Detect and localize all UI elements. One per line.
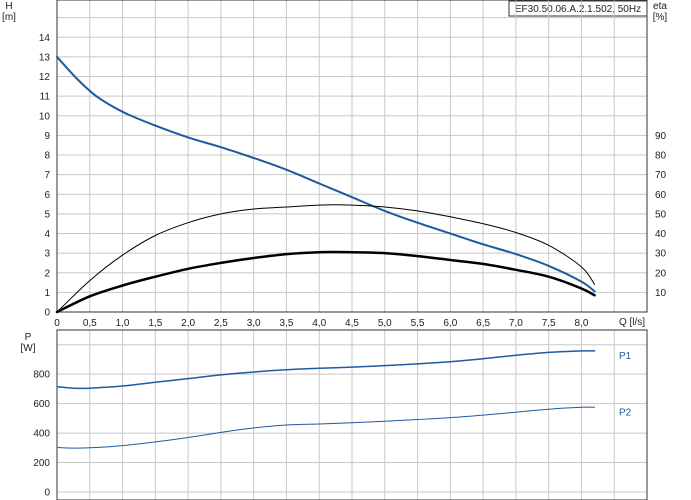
y-tick-label: 6 <box>44 190 50 201</box>
x-tick-label: 5,0 <box>378 318 392 329</box>
y2-tick-label: 20 <box>655 268 667 279</box>
y-tick-label: 8 <box>44 151 50 162</box>
total-efficiency-curve <box>55 250 596 314</box>
x-tick-label: 3,0 <box>247 318 261 329</box>
y-tick-label: 11 <box>40 92 51 103</box>
y-tick-label: 12 <box>39 72 51 83</box>
x-tick-label: 3,5 <box>279 318 293 329</box>
p1-curve <box>56 350 596 390</box>
x-tick-label: 2,5 <box>214 318 228 329</box>
x-tick-label: 0 <box>54 318 60 329</box>
series-label-p1: P1 <box>619 351 632 362</box>
y2-tick-label: 10 <box>655 288 667 299</box>
y2-tick-label: 50 <box>655 209 667 220</box>
y-tick-label: 5 <box>44 209 50 220</box>
x-tick-label: 4,5 <box>345 318 359 329</box>
y-axis-label-p: P <box>25 332 32 343</box>
p2-curve <box>56 406 596 449</box>
x-tick-label: 8,0 <box>574 318 588 329</box>
y2-axis-label-eta: eta <box>653 1 667 12</box>
y2-tick-label: 90 <box>655 131 667 142</box>
pump-performance-chart: EF30.50.06.A.2.1.502, 50Hz H [m] eta [%]… <box>2 0 667 500</box>
x-tick-label: 7,0 <box>509 318 523 329</box>
p-tick-label: 400 <box>33 429 50 440</box>
x-tick-labels: 0 0,5 1,0 1,5 2,0 2,5 3,0 3,5 4,0 4,5 5,0 5,5 6,0 6,5… <box>54 318 589 329</box>
chart-title: EF30.50.06.A.2.1.502, 50Hz <box>515 4 641 15</box>
efficiency-curve <box>56 204 596 313</box>
y-axis-label-h: H <box>5 1 12 12</box>
x-tick-label: 6,0 <box>443 318 457 329</box>
x-tick-label: 5,5 <box>411 318 425 329</box>
p-tick-label: 0 <box>44 488 50 499</box>
y2-tick-label: 80 <box>655 151 667 162</box>
x-tick-label: 1,0 <box>116 318 130 329</box>
y-tick-label: 2 <box>44 268 50 279</box>
x-tick-label: 1,5 <box>148 318 162 329</box>
x-tick-label: 7,5 <box>542 318 556 329</box>
p-tick-label: 800 <box>33 370 50 381</box>
title-box: EF30.50.06.A.2.1.502, 50Hz <box>508 0 648 17</box>
y2-axis-unit-eta: [%] <box>653 12 668 23</box>
x-axis-label-q: Q [l/s] <box>619 317 645 328</box>
y2-tick-label: 30 <box>655 249 667 260</box>
y2-tick-label: 70 <box>655 170 667 181</box>
y-tick-labels: 01234567891011121314 <box>39 33 51 319</box>
x-tick-label: 2,0 <box>181 318 195 329</box>
y2-tick-label: 40 <box>655 229 667 240</box>
y2-tick-labels: 10 20 30 40 50 60 70 80 90 <box>655 131 667 299</box>
y-tick-label: 7 <box>44 170 50 181</box>
y-tick-label: 3 <box>44 249 50 260</box>
head-panel: H [m] eta [%] Q [l/s] 0 0,5 1,0 1,5 2,0 2,5 3,… <box>2 0 667 329</box>
y-axis-unit-h: [m] <box>2 12 16 23</box>
p-tick-label: 200 <box>33 458 50 469</box>
y-axis-unit-p: [W] <box>21 343 36 354</box>
x-tick-label: 6,5 <box>476 318 490 329</box>
head-efficiency-series <box>55 55 596 314</box>
y-tick-label: 1 <box>44 288 50 299</box>
power-panel: P [W] 0 200 400 600 800 P1 P2 <box>21 329 648 500</box>
x-tick-label: 0,5 <box>83 318 97 329</box>
power-y-tick-labels: 0 200 400 600 800 <box>33 370 50 499</box>
top-grid <box>56 0 647 313</box>
y-tick-label: 4 <box>44 229 50 240</box>
x-tick-label: 4,0 <box>312 318 326 329</box>
bottom-grid <box>56 330 647 500</box>
y-tick-label: 10 <box>39 111 51 122</box>
y-tick-label: 14 <box>39 33 51 44</box>
y-tick-label: 13 <box>39 52 51 63</box>
y-tick-label: 0 <box>44 308 50 319</box>
series-label-p2: P2 <box>619 407 632 418</box>
p-tick-label: 600 <box>33 399 50 410</box>
y2-tick-label: 60 <box>655 190 667 201</box>
y-tick-label: 9 <box>44 131 50 142</box>
